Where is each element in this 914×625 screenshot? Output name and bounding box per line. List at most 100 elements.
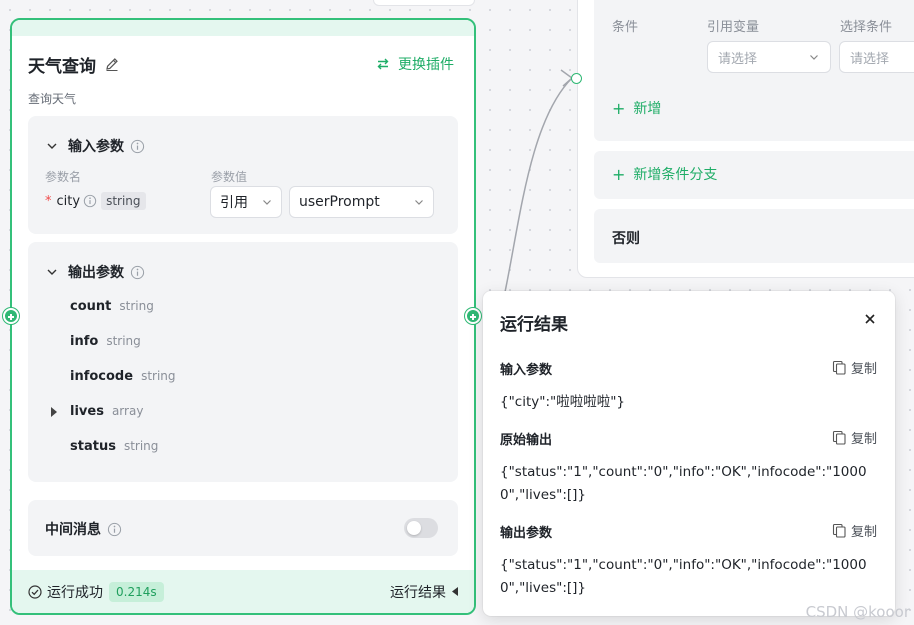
add-condition-button[interactable]: + 新增 <box>612 98 661 118</box>
output-param-type: string <box>119 299 154 313</box>
output-params-header[interactable]: 输出参数 <box>46 262 145 282</box>
variable-select[interactable]: userPrompt <box>289 186 434 218</box>
input-param-row: * city string <box>45 192 146 210</box>
watermark: CSDN @kooor <box>805 603 910 621</box>
ref-variable-placeholder: 请选择 <box>718 51 758 67</box>
variable-value: userPrompt <box>299 194 380 210</box>
copy-output-button[interactable]: 复制 <box>832 521 877 540</box>
condition-branch-box: 条件 引用变量 选择条件 请选择 请选择 + 新增 <box>594 0 914 141</box>
param-name-column-label: 参数名 <box>45 170 82 184</box>
ref-variable-column-label: 引用变量 <box>707 20 760 35</box>
output-param-type: array <box>111 404 144 418</box>
ref-variable-select[interactable]: 请选择 <box>707 41 831 73</box>
run-input-json: {"city":"啦啦啦啦"} <box>500 394 626 410</box>
required-asterisk: * <box>45 193 52 209</box>
condition-node[interactable]: 条件 引用变量 选择条件 请选择 请选择 + 新增 + 新增条件分支 否则 <box>577 0 914 278</box>
output-params-json: {"status":"1","count":"0","info":"OK","i… <box>500 557 867 596</box>
run-result-label: 运行结果 <box>390 584 446 601</box>
output-param-name: infocode <box>70 369 134 384</box>
toggle-knob <box>407 521 421 535</box>
run-result-toggle[interactable]: 运行结果 <box>390 582 458 602</box>
input-params-section: 输入参数 参数名 参数值 * city string 引用 userPrompt <box>28 116 458 234</box>
add-condition-label: 新增 <box>633 101 662 117</box>
output-params-section: 输出参数 count string info string infocode s… <box>28 242 458 482</box>
select-condition-column-label: 选择条件 <box>840 20 893 35</box>
run-input-label: 输入参数 <box>500 363 553 378</box>
run-duration-badge: 0.214s <box>109 581 164 602</box>
param-name: city <box>56 193 81 209</box>
output-param-name: lives <box>70 404 104 419</box>
switch-plugin-button[interactable]: 更换插件 <box>376 54 454 74</box>
middle-message-text: 中间消息 <box>45 522 101 538</box>
output-param-row: info string <box>70 334 141 349</box>
caret-left-icon <box>452 587 458 596</box>
output-param-name: info <box>70 334 99 349</box>
copy-input-button[interactable]: 复制 <box>832 358 877 377</box>
check-circle-icon <box>28 584 42 599</box>
info-icon[interactable] <box>83 194 97 208</box>
popover-title: 运行结果 <box>500 315 568 335</box>
node-header: 天气查询 更换插件 <box>28 50 454 78</box>
plus-icon: + <box>612 98 626 118</box>
output-params-title: 输出参数 <box>68 265 124 281</box>
output-params-result-section: 输出参数 复制 {"status":"1","count":"0","info"… <box>500 522 877 600</box>
param-value-column-label: 参数值 <box>211 170 248 184</box>
middle-message-label: 中间消息 <box>45 519 122 539</box>
input-port-handle[interactable] <box>3 308 19 324</box>
plus-icon: + <box>612 164 626 184</box>
copy-label: 复制 <box>850 525 877 540</box>
output-param-type: string <box>106 334 141 348</box>
run-input-section: 输入参数 复制 {"city":"啦啦啦啦"} <box>500 359 877 414</box>
node-topbar <box>12 20 474 36</box>
condition-placeholder: 请选择 <box>850 51 890 67</box>
input-params-header[interactable]: 输入参数 <box>46 136 145 156</box>
copy-label: 复制 <box>850 362 877 377</box>
node-title: 天气查询 <box>28 56 96 77</box>
condition-select[interactable]: 请选择 <box>839 41 914 73</box>
output-param-name: count <box>70 299 112 314</box>
close-icon[interactable] <box>863 312 877 326</box>
info-icon[interactable] <box>107 522 122 537</box>
switch-plugin-label: 更换插件 <box>398 57 454 73</box>
middle-message-toggle[interactable] <box>404 518 438 538</box>
copy-label: 复制 <box>850 432 877 447</box>
input-params-title: 输入参数 <box>68 139 124 155</box>
add-branch-label: 新增条件分支 <box>633 167 718 183</box>
node-footer: 运行成功 0.214s 运行结果 <box>12 570 474 613</box>
copy-icon <box>832 523 846 538</box>
condition-input-port[interactable] <box>571 73 582 84</box>
value-source-select[interactable]: 引用 <box>210 186 282 218</box>
output-param-type: string <box>123 439 159 453</box>
copy-raw-output-button[interactable]: 复制 <box>832 428 877 447</box>
output-param-row: infocode string <box>70 369 176 384</box>
raw-output-json: {"status":"1","count":"0","info":"OK","i… <box>500 464 867 503</box>
chevron-down-icon <box>263 200 271 205</box>
info-icon[interactable] <box>130 139 145 154</box>
else-label: 否则 <box>612 231 640 247</box>
info-icon[interactable] <box>130 265 145 280</box>
output-params-result-label: 输出参数 <box>500 526 553 541</box>
output-param-row: status string <box>70 439 158 454</box>
weather-plugin-node[interactable]: 天气查询 更换插件 查询天气 输入参数 参数名 参数值 * city strin… <box>10 18 476 615</box>
add-branch-button[interactable]: + 新增条件分支 <box>612 164 717 184</box>
output-param-name: status <box>70 439 116 454</box>
output-param-row: count string <box>70 299 154 314</box>
value-source-value: 引用 <box>220 195 248 211</box>
add-branch-box[interactable]: + 新增条件分支 <box>594 151 914 199</box>
chevron-down-icon <box>810 55 818 60</box>
run-status: 运行成功 <box>47 584 103 601</box>
output-param-type: string <box>141 369 176 383</box>
swap-arrows-icon <box>377 58 389 70</box>
run-result-popover: 运行结果 输入参数 复制 {"city":"啦啦啦啦"} 原始输出 复制 {"s… <box>483 291 895 616</box>
raw-output-label: 原始输出 <box>500 433 553 448</box>
middle-message-section: 中间消息 <box>28 500 458 556</box>
expand-caret-icon[interactable] <box>50 407 58 417</box>
param-type-tag: string <box>101 192 146 210</box>
raw-output-section: 原始输出 复制 {"status":"1","count":"0","info"… <box>500 429 877 507</box>
condition-column-label: 条件 <box>612 20 639 35</box>
edit-pencil-icon[interactable] <box>104 56 120 72</box>
copy-icon <box>832 360 846 375</box>
chevron-down-icon <box>47 143 57 149</box>
output-port-handle[interactable] <box>465 308 481 324</box>
node-description: 查询天气 <box>28 92 77 106</box>
